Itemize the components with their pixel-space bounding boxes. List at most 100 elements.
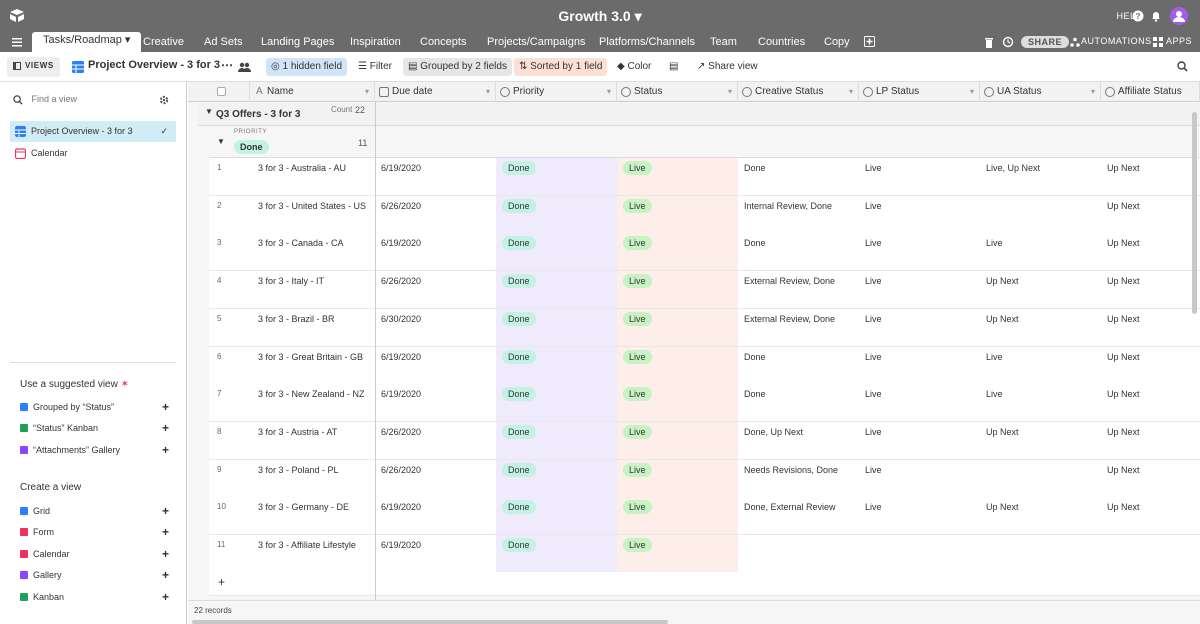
cell-creative[interactable]: External Review, Done	[738, 309, 859, 329]
cell-name[interactable]: 3 for 3 - Germany - DE	[252, 497, 375, 517]
cell-priority[interactable]: Done	[496, 196, 617, 216]
cell-creative[interactable]: Done	[738, 233, 859, 253]
row-height-icon[interactable]: ▤	[664, 58, 683, 76]
cell-priority[interactable]: Done	[496, 347, 617, 367]
hidden-fields-button[interactable]: ◎ 1 hidden field	[266, 58, 348, 76]
cell-aff[interactable]: Up Next	[1101, 460, 1200, 480]
cell-name[interactable]: 3 for 3 - Poland - PL	[252, 460, 375, 480]
cell-due[interactable]: 6/26/2020	[375, 460, 496, 480]
cell-priority[interactable]: Done	[496, 460, 617, 480]
tab-inspiration[interactable]: Inspiration	[350, 35, 401, 52]
cell-aff[interactable]: Up Next	[1101, 497, 1200, 517]
sort-button[interactable]: ⇅ Sorted by 1 field	[514, 58, 608, 76]
column-header-priority[interactable]: Priority ▾	[496, 82, 617, 102]
suggested-view-status-kanban[interactable]: “Status” Kanban +	[20, 419, 175, 437]
cell-priority[interactable]: Done	[496, 309, 617, 329]
automations-button[interactable]: AUTOMATIONS	[1081, 36, 1152, 46]
search-icon[interactable]	[1177, 61, 1188, 72]
cell-ua[interactable]: Live, Up Next	[980, 158, 1101, 178]
table-row[interactable]: 53 for 3 - Brazil - BR 6/30/2020 Done Live E…	[209, 308, 1200, 347]
cell-status[interactable]: Live	[617, 384, 738, 404]
cell-priority[interactable]: Done	[496, 233, 617, 253]
tab-platforms-channels[interactable]: Platforms/Channels	[599, 35, 695, 52]
filter-button[interactable]: ☰ Filter	[353, 58, 397, 76]
add-record-icon[interactable]: +	[218, 575, 225, 589]
create-view-grid[interactable]: Grid +	[20, 502, 175, 520]
cell-lp[interactable]: Live	[859, 422, 980, 442]
apps-grid-icon[interactable]	[1153, 37, 1163, 47]
cell-creative[interactable]: Done	[738, 347, 859, 367]
cell-status[interactable]: Live	[617, 535, 738, 555]
column-header-affiliate-status[interactable]: Affiliate Status	[1101, 82, 1200, 102]
create-view-kanban[interactable]: Kanban +	[20, 588, 175, 606]
horizontal-scrollbar[interactable]	[192, 620, 668, 624]
cell-due[interactable]: 6/19/2020	[375, 384, 496, 404]
cell-status[interactable]: Live	[617, 233, 738, 253]
cell-due[interactable]: 6/26/2020	[375, 422, 496, 442]
add-icon[interactable]: +	[162, 502, 169, 520]
add-icon[interactable]: +	[162, 398, 169, 416]
cell-priority[interactable]: Done	[496, 271, 617, 291]
cell-lp[interactable]: Live	[859, 158, 980, 178]
collaborators-icon[interactable]	[238, 62, 251, 72]
table-row[interactable]: 7 3 for 3 - New Zealand - NZ 6/19/2020 Done…	[209, 384, 1200, 423]
cell-creative[interactable]: External Review, Done	[738, 271, 859, 291]
user-avatar-icon[interactable]	[1170, 7, 1188, 25]
add-icon[interactable]: +	[162, 588, 169, 606]
current-view-title[interactable]: Project Overview - 3 for 3	[88, 59, 220, 71]
share-view-button[interactable]: ↗ Share view	[692, 58, 763, 76]
cell-status[interactable]: Live	[617, 497, 738, 517]
tab-copy[interactable]: Copy	[824, 35, 850, 52]
cell-creative[interactable]: Done, External Review	[738, 497, 859, 517]
cell-aff[interactable]: Up Next	[1101, 309, 1200, 329]
suggested-view-grouped-status[interactable]: Grouped by “Status” +	[20, 398, 175, 416]
cell-name[interactable]: 3 for 3 - Affiliate Lifestyle	[252, 535, 375, 555]
table-row[interactable]: 2 3 for 3 - United States - US 6/26/2020 Do…	[209, 195, 1200, 234]
cell-aff[interactable]: Up Next	[1101, 271, 1200, 291]
cell-aff[interactable]: Up Next	[1101, 384, 1200, 404]
cell-priority[interactable]: Done	[496, 384, 617, 404]
group-header-q3-offers[interactable]: ▼ Q3 Offers - 3 for 3 Count 22	[198, 103, 1200, 126]
hamburger-menu-icon[interactable]	[11, 36, 23, 48]
cell-aff[interactable]: Up Next	[1101, 422, 1200, 442]
cell-ua[interactable]: Live	[980, 384, 1101, 404]
cell-ua[interactable]: Up Next	[980, 309, 1101, 329]
cell-status[interactable]: Live	[617, 271, 738, 291]
cell-name[interactable]: 3 for 3 - Italy - IT	[252, 271, 375, 291]
table-row[interactable]: 8 3 for 3 - Austria - AT 6/26/2020 Done Live…	[209, 421, 1200, 460]
tab-concepts[interactable]: Concepts	[420, 35, 466, 52]
cell-creative[interactable]: Done	[738, 158, 859, 178]
cell-aff[interactable]: Up Next	[1101, 233, 1200, 253]
collapse-triangle-icon[interactable]: ▼	[217, 137, 225, 146]
cell-ua[interactable]: Live	[980, 347, 1101, 367]
cell-status[interactable]: Live	[617, 422, 738, 442]
trash-icon[interactable]	[984, 37, 994, 48]
cell-due[interactable]: 6/19/2020	[375, 233, 496, 253]
cell-lp[interactable]: Live	[859, 497, 980, 517]
add-icon[interactable]: +	[162, 419, 169, 437]
cell-lp[interactable]: Live	[859, 233, 980, 253]
tab-projects-campaigns[interactable]: Projects/Campaigns	[487, 35, 585, 52]
base-title[interactable]: Growth 3.0 ▾	[0, 8, 1200, 25]
tab-countries[interactable]: Countries	[758, 35, 805, 52]
views-toggle-button[interactable]: VIEWS	[7, 57, 60, 77]
add-icon[interactable]: +	[162, 545, 169, 563]
cell-status[interactable]: Live	[617, 460, 738, 480]
apps-button[interactable]: APPS	[1166, 36, 1192, 46]
cell-name[interactable]: 3 for 3 - Canada - CA	[252, 233, 375, 253]
cell-creative[interactable]: Done, Up Next	[738, 422, 859, 442]
settings-gear-icon[interactable]	[159, 95, 169, 105]
cell-status[interactable]: Live	[617, 196, 738, 216]
vertical-scrollbar[interactable]	[1192, 112, 1197, 314]
tab-landing-pages[interactable]: Landing Pages	[261, 35, 334, 52]
table-row[interactable]: 43 for 3 - Italy - IT 6/26/2020 Done Live Ex…	[209, 271, 1200, 310]
suggested-view-attachments-gallery[interactable]: “Attachments” Gallery +	[20, 441, 175, 459]
cell-lp[interactable]: Live	[859, 196, 980, 216]
add-icon[interactable]: +	[162, 441, 169, 459]
view-more-icon[interactable]: ⋯	[216, 56, 238, 74]
cell-lp[interactable]: Live	[859, 309, 980, 329]
cell-name[interactable]: 3 for 3 - New Zealand - NZ	[252, 384, 375, 404]
find-view-input[interactable]	[31, 94, 152, 104]
cell-status[interactable]: Live	[617, 309, 738, 329]
tab-tasks-roadmap[interactable]: Tasks/Roadmap ▾	[32, 32, 142, 52]
